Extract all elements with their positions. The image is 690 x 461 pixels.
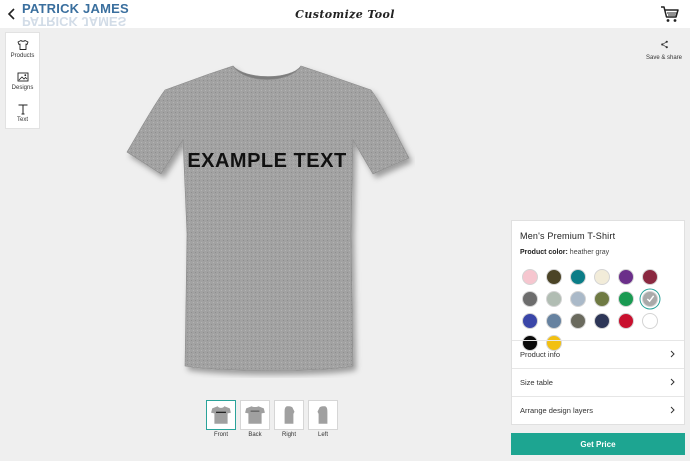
color-swatch[interactable] [546,291,562,307]
view-label: Left [317,432,328,438]
view-left[interactable]: Left [308,400,338,438]
tool-label: Products [10,53,35,59]
brand-reflection: PATRICK JAMES [22,16,127,26]
share-label: Save & share [645,55,683,61]
tshirt-back-thumb [245,406,265,424]
row-label: Size table [520,378,553,387]
tshirt-left-thumb [317,406,328,424]
get-price-button[interactable]: Get Price [511,433,685,455]
cart-icon [661,6,679,22]
tool-designs[interactable]: Designs [6,65,39,97]
view-right[interactable]: Right [274,400,304,438]
color-swatch[interactable] [522,313,538,329]
share-icon [660,40,668,49]
tool-label: Designs [11,85,34,91]
color-swatch[interactable] [522,291,538,307]
color-swatch[interactable] [570,291,586,307]
view-label: Front [213,432,228,438]
view-thumbnail [206,400,236,430]
image-icon [17,72,28,82]
product-panel: Men's Premium T-Shirt Product color: hea… [511,220,685,425]
color-swatch[interactable] [522,269,538,285]
color-swatch[interactable] [546,269,562,285]
save-share-button[interactable]: Save & share [644,36,684,61]
color-swatch[interactable] [594,269,610,285]
view-label: Back [248,432,262,438]
color-swatch[interactable] [642,313,658,329]
cart-button[interactable] [660,4,680,24]
view-thumbnail [240,400,270,430]
view-front[interactable]: Front [206,400,236,438]
row-label: Arrange design layers [520,406,593,415]
chevron-right-icon [670,378,675,386]
tshirt-image [126,65,410,371]
tshirt-icon [17,40,28,50]
text-icon [18,104,27,115]
tshirt-right-thumb [284,406,295,424]
size-table-row[interactable]: Size table [512,368,684,396]
color-swatch[interactable] [546,313,562,329]
color-swatch[interactable] [570,313,586,329]
product-info-row[interactable]: Product info [512,340,684,368]
back-button[interactable] [4,6,20,22]
color-swatch[interactable] [594,313,610,329]
brand-name: PATRICK JAMES [22,1,129,16]
chevron-left-icon [7,8,15,20]
product-color-label: Product color: [520,249,568,256]
tshirt-front-thumb [211,406,231,424]
product-color: Product color: heather gray [520,249,609,256]
chevron-right-icon [670,350,675,358]
design-canvas[interactable]: EXAMPLE TEXT [125,58,415,378]
row-label: Product info [520,350,561,359]
view-thumbnail [308,400,338,430]
brand-logo[interactable]: PATRICK JAMES PATRICK JAMES [22,1,129,27]
color-swatch[interactable] [618,313,634,329]
design-text-layer[interactable]: EXAMPLE TEXT [125,150,409,173]
view-back[interactable]: Back [240,400,270,438]
tool-text[interactable]: Text [6,97,39,129]
color-swatch[interactable] [618,269,634,285]
chevron-right-icon [670,406,675,414]
check-icon [646,295,655,303]
tool-products[interactable]: Products [6,33,39,65]
tool-label: Text [16,117,28,123]
color-swatch[interactable] [570,269,586,285]
color-swatch[interactable] [594,291,610,307]
view-selector: Front Back Right Left [206,400,338,438]
arrange-layers-row[interactable]: Arrange design layers [512,396,684,424]
color-swatch[interactable] [618,291,634,307]
tshirt-body [126,65,410,371]
color-swatches [522,269,682,351]
product-color-value: heather gray [569,249,610,256]
product-name: Men's Premium T-Shirt [520,231,616,241]
color-swatch[interactable] [642,269,658,285]
view-label: Right [281,432,296,438]
view-thumbnail [274,400,304,430]
color-swatch[interactable] [642,291,658,307]
left-toolbar: Products Designs Text [5,32,40,129]
top-header: PATRICK JAMES PATRICK JAMES Customize To… [0,0,690,28]
